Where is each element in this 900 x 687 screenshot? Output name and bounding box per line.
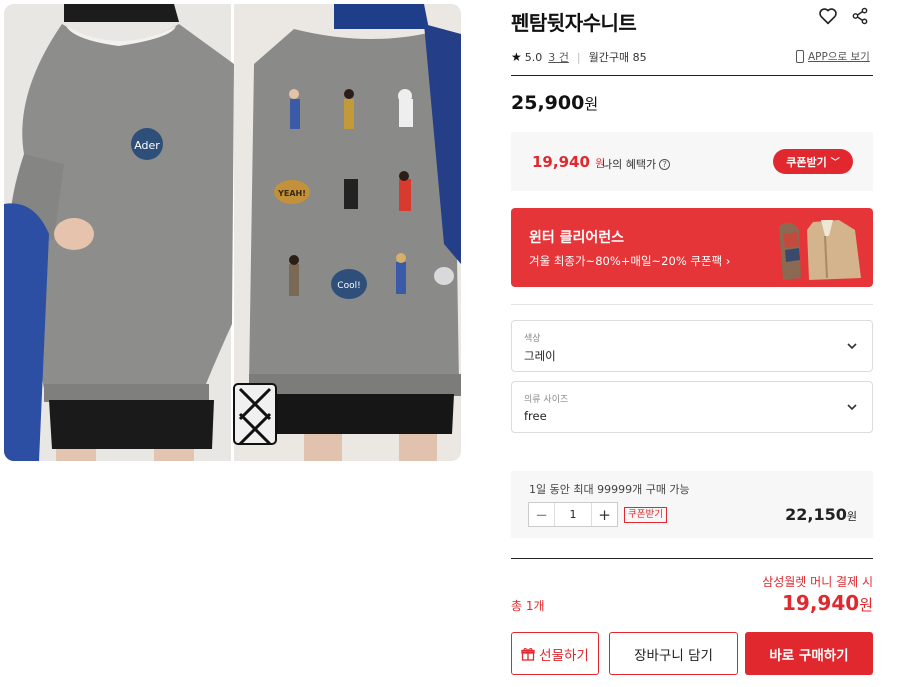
chevron-down-icon: ﹀ bbox=[830, 158, 840, 168]
product-title: 펜탐뒷자수니트 bbox=[511, 11, 637, 35]
rating-row: ★ 5.0 3 건 | 월간구매 85 bbox=[511, 49, 647, 65]
total-price: 19,940원 bbox=[782, 591, 873, 615]
product-price: 25,900원 bbox=[511, 92, 598, 114]
benefit-label: 나의 혜택가 ? bbox=[602, 156, 671, 172]
payment-note: 삼성월렛 머니 결제 시 bbox=[762, 575, 873, 589]
svg-text:YEAH!: YEAH! bbox=[277, 189, 306, 198]
gift-button[interactable]: 선물하기 bbox=[511, 632, 599, 675]
benefit-price-value: 19,940 bbox=[532, 153, 590, 171]
size-select-label: 의류 사이즈 bbox=[524, 395, 569, 405]
size-select-value: free bbox=[524, 409, 547, 423]
purchase-limit-text: 1일 동안 최대 99999개 구매 가능 bbox=[529, 483, 690, 496]
coupon-button[interactable]: 쿠폰받기 ﹀ bbox=[773, 149, 853, 174]
line-total-currency: 원 bbox=[846, 510, 857, 523]
divider: | bbox=[576, 50, 581, 64]
app-view-link[interactable]: APP으로 보기 bbox=[796, 49, 870, 64]
app-link-label: APP으로 보기 bbox=[808, 51, 870, 63]
star-icon: ★ bbox=[511, 50, 522, 64]
benefit-price: 19,940 원 bbox=[532, 153, 605, 171]
banner-subtitle: 겨울 최종가~80%+매일~20% 쿠폰팩 › bbox=[529, 254, 731, 268]
quantity-stepper: − 1 + bbox=[528, 502, 618, 527]
heart-icon[interactable] bbox=[818, 7, 838, 25]
quantity-box: 1일 동안 최대 99999개 구매 가능 − 1 + 쿠폰받기 22,150원 bbox=[511, 471, 873, 538]
coupon-button-label: 쿠폰받기 bbox=[786, 155, 827, 169]
chevron-down-icon bbox=[847, 404, 857, 411]
promo-banner[interactable]: 윈터 클리어런스 겨울 최종가~80%+매일~20% 쿠폰팩 › bbox=[511, 208, 873, 287]
price-value: 25,900 bbox=[511, 92, 585, 114]
divider bbox=[511, 75, 873, 76]
banner-clothes-image bbox=[779, 220, 861, 280]
add-to-cart-button[interactable]: 장바구니 담기 bbox=[609, 632, 738, 675]
chevron-down-icon bbox=[847, 343, 857, 350]
monthly-purchases: 월간구매 85 bbox=[588, 51, 647, 64]
color-select-value: 그레이 bbox=[524, 349, 556, 363]
gift-button-label: 선물하기 bbox=[539, 647, 589, 664]
svg-text:Cool!: Cool! bbox=[337, 281, 360, 291]
total-price-currency: 원 bbox=[859, 596, 873, 614]
total-count: 총 1개 bbox=[511, 599, 545, 613]
divider bbox=[511, 304, 873, 305]
rating-value: 5.0 bbox=[524, 50, 543, 64]
banner-title: 윈터 클리어런스 bbox=[529, 230, 625, 246]
phone-icon bbox=[796, 50, 804, 63]
coupon-tag-button[interactable]: 쿠폰받기 bbox=[624, 507, 667, 523]
product-photo-illustration: Ader YEAH! Cool! bbox=[4, 4, 461, 461]
color-select[interactable]: 색상 그레이 bbox=[511, 320, 873, 372]
svg-text:Ader: Ader bbox=[134, 139, 160, 152]
line-total: 22,150원 bbox=[785, 505, 857, 524]
benefit-box: 19,940 원 나의 혜택가 ? 쿠폰받기 ﹀ bbox=[511, 132, 873, 191]
divider bbox=[511, 558, 873, 559]
help-icon[interactable]: ? bbox=[659, 158, 671, 170]
color-select-label: 색상 bbox=[524, 334, 541, 344]
benefit-label-text: 나의 혜택가 bbox=[602, 158, 657, 171]
review-count-link[interactable]: 3 건 bbox=[548, 49, 569, 65]
total-price-value: 19,940 bbox=[782, 591, 860, 615]
line-total-value: 22,150 bbox=[785, 505, 847, 524]
share-icon[interactable] bbox=[851, 7, 869, 25]
product-image[interactable]: Ader YEAH! Cool! bbox=[4, 4, 461, 461]
gift-icon bbox=[521, 647, 535, 661]
decrease-button[interactable]: − bbox=[529, 503, 554, 526]
increase-button[interactable]: + bbox=[592, 503, 617, 526]
buy-now-button[interactable]: 바로 구매하기 bbox=[745, 632, 873, 675]
quantity-value[interactable]: 1 bbox=[554, 503, 592, 526]
price-currency: 원 bbox=[584, 95, 599, 113]
size-select[interactable]: 의류 사이즈 free bbox=[511, 381, 873, 433]
